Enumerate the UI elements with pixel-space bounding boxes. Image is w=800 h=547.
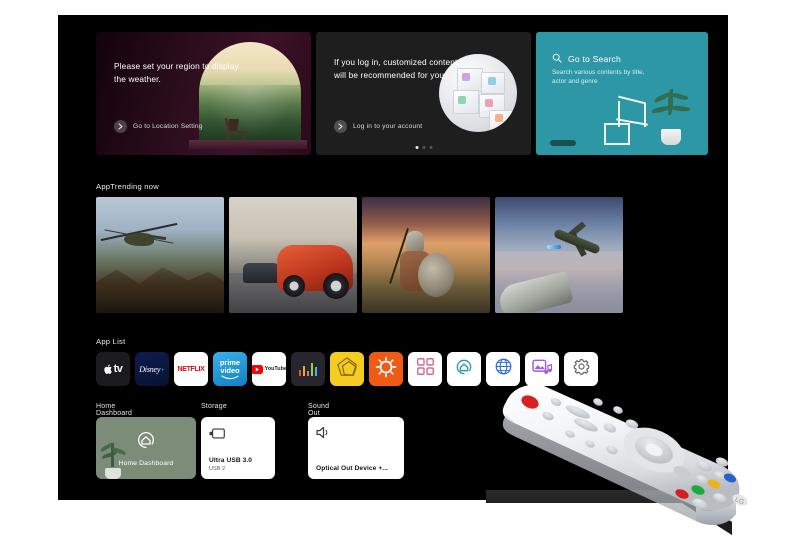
plant-illustration — [650, 89, 692, 145]
app-tile-gallery[interactable] — [369, 352, 403, 386]
search-heading[interactable]: Go to Search — [552, 50, 621, 68]
sun-burst-icon — [375, 356, 397, 383]
app-tile-music-charts[interactable] — [291, 352, 325, 386]
hero-card-weather[interactable]: Please set your region to display the we… — [96, 32, 311, 155]
hero-carousel[interactable]: Please set your region to display the we… — [96, 32, 708, 155]
app-tile-app-list[interactable] — [408, 352, 442, 386]
app-tile-apple-tv[interactable]: tv — [96, 352, 130, 386]
wheel-rear — [283, 275, 305, 297]
weather-artwork — [199, 42, 301, 146]
youtube-icon: YouTube — [252, 364, 286, 374]
login-account-label: Log in to your account — [353, 123, 423, 130]
home-dashboard-card-content: Home Dashboard — [96, 417, 196, 479]
home-dashboard-icon — [454, 357, 474, 382]
location-setting-button[interactable]: Go to Location Setting — [114, 120, 203, 133]
equalizer-bars-icon — [298, 362, 318, 376]
home-dashboard-tile-title: Home Dashboard — [96, 403, 133, 417]
usb-drive-icon — [209, 426, 225, 444]
trending-row[interactable] — [96, 197, 623, 313]
storage-device-port: USB 2 — [209, 466, 226, 472]
lg-magic-remote: LG — [486, 372, 786, 542]
grid-squares-icon — [416, 358, 434, 380]
sound-out-tile-title: Sound Out — [308, 403, 330, 417]
app-tile-lg-channels[interactable] — [330, 352, 364, 386]
chevron-right-icon — [334, 120, 347, 133]
sound-out-device-name: Optical Out Device +... — [316, 465, 389, 472]
helicopter-shape — [100, 222, 178, 249]
app-tile-disney-plus[interactable]: Disney+ — [135, 352, 169, 386]
chair-illustration — [223, 117, 249, 142]
storage-tile-title: Storage — [201, 403, 227, 410]
apple-tv-icon: tv — [103, 363, 123, 375]
hero-card-login[interactable]: If you log in, customized contents will … — [316, 32, 531, 155]
netflix-icon: NETFLIX — [177, 365, 205, 373]
trending-item-warrior[interactable] — [362, 197, 490, 313]
sound-out-tile-body: Optical Out Device +... — [316, 465, 388, 472]
storage-device-name: Ultra USB 3.0 — [209, 457, 253, 464]
app-tile-prime-video[interactable]: prime video — [213, 352, 247, 386]
app-list-section-label: App List — [96, 337, 126, 346]
carousel-dot-2[interactable] — [422, 146, 425, 149]
lounge-chair-illustration — [602, 95, 648, 147]
chevron-right-icon — [114, 120, 127, 133]
app-tile-netflix[interactable]: NETFLIX — [174, 352, 208, 386]
login-headline: If you log in, customized contents will … — [334, 57, 462, 80]
trending-section-label: AppTrending now — [96, 182, 159, 191]
login-account-button[interactable]: Log in to your account — [334, 120, 422, 133]
search-subtext: Search various contents by title, actor … — [552, 69, 645, 85]
tile-home-dashboard[interactable]: Home Dashboard — [96, 417, 196, 479]
screenshot-stage: Please set your region to display the we… — [0, 0, 800, 547]
home-dashboard-card-label: Home Dashboard — [118, 460, 174, 467]
storage-tile-body: Ultra USB 3.0 USB 2 — [209, 457, 252, 472]
tile-sound-out[interactable]: Optical Out Device +... — [308, 417, 404, 479]
trending-item-helicopter[interactable] — [96, 197, 224, 313]
trending-item-fighter-jet[interactable] — [495, 197, 623, 313]
police-car-shape — [243, 263, 281, 283]
location-setting-label: Go to Location Setting — [133, 123, 203, 130]
warrior-shape — [389, 228, 454, 309]
search-icon — [552, 50, 562, 68]
home-dashboard-icon — [135, 429, 157, 456]
prime-video-icon: prime video — [220, 358, 240, 380]
mountain-shape — [96, 267, 224, 313]
carousel-dot-1[interactable] — [415, 146, 418, 149]
disney-plus-icon: Disney+ — [139, 364, 165, 374]
speaker-icon — [316, 426, 331, 444]
carousel-dot-3[interactable] — [429, 146, 432, 149]
wheel-front — [323, 273, 349, 299]
pentagon-shapes-icon — [336, 356, 358, 383]
app-tile-youtube[interactable]: YouTube — [252, 352, 286, 386]
search-title: Go to Search — [568, 54, 622, 64]
jet-far-shape — [547, 221, 605, 259]
carousel-dots[interactable] — [415, 146, 432, 149]
hero-card-search[interactable]: Go to Search Search various contents by … — [536, 32, 708, 155]
trending-item-race-car[interactable] — [229, 197, 357, 313]
remote-illustration — [550, 140, 576, 146]
tile-storage[interactable]: Ultra USB 3.0 USB 2 — [201, 417, 275, 479]
app-tile-home-dashboard[interactable] — [447, 352, 481, 386]
weather-headline: Please set your region to display the we… — [114, 61, 239, 84]
